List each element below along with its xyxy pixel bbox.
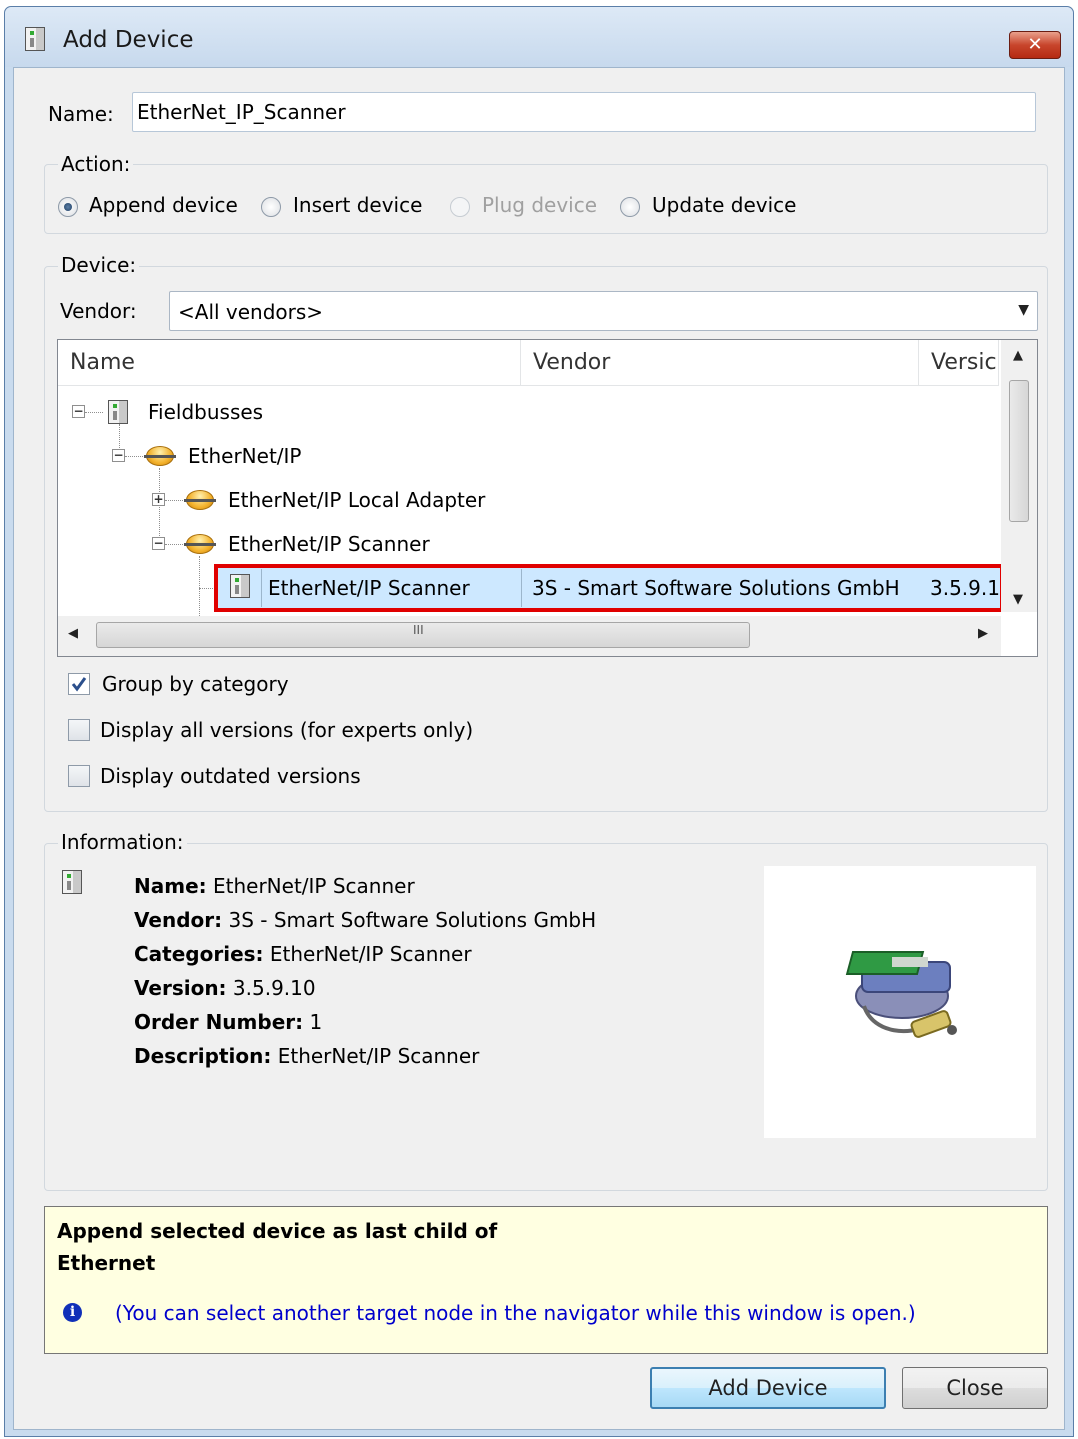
- device-tree-list[interactable]: Name Vendor Versic − Fieldbusses − Ether…: [57, 339, 1038, 657]
- network-icon: [184, 490, 216, 510]
- collapse-icon[interactable]: −: [72, 405, 85, 418]
- append-info-note: Append selected device as last child of …: [44, 1206, 1048, 1354]
- checkmark-icon: [71, 677, 87, 692]
- add-device-dialog: Add Device ✕ Name: EtherNet_IP_Scanner A…: [4, 6, 1074, 1437]
- vendor-dropdown[interactable]: <All vendors> ▼: [169, 291, 1038, 331]
- collapse-icon[interactable]: −: [152, 537, 165, 550]
- name-label: Name:: [48, 102, 114, 126]
- info-icon: i: [63, 1303, 82, 1322]
- tree-line: [165, 544, 183, 545]
- network-icon: [144, 446, 176, 466]
- network-icon: [184, 534, 216, 554]
- device-icon: [25, 27, 45, 51]
- horizontal-scrollbar[interactable]: ◀ III ▶: [58, 616, 1001, 656]
- info-description-row: Description: EtherNet/IP Scanner: [134, 1044, 479, 1068]
- action-group-title: Action:: [58, 152, 134, 176]
- info-value: EtherNet/IP Scanner: [277, 1044, 480, 1068]
- tree-item-scanner-category[interactable]: EtherNet/IP Scanner: [228, 532, 430, 556]
- update-device-label[interactable]: Update device: [652, 193, 796, 217]
- vendor-label: Vendor:: [60, 299, 137, 323]
- tree-item-fieldbusses[interactable]: Fieldbusses: [148, 400, 263, 424]
- tree-line: [165, 500, 183, 501]
- close-button[interactable]: Close: [902, 1367, 1048, 1409]
- tree-item-local-adapter[interactable]: EtherNet/IP Local Adapter: [228, 488, 485, 512]
- insert-device-radio[interactable]: [261, 197, 281, 217]
- note-hint: (You can select another target node in t…: [115, 1301, 916, 1325]
- scroll-left-icon[interactable]: ◀: [68, 626, 78, 641]
- scroll-thumb-horizontal[interactable]: III: [96, 622, 750, 648]
- vertical-scrollbar[interactable]: ▲ ▼: [1001, 340, 1037, 612]
- insert-device-label[interactable]: Insert device: [293, 193, 422, 217]
- tree-line: [85, 412, 103, 413]
- plug-device-label: Plug device: [482, 193, 598, 217]
- info-key: Vendor:: [134, 908, 223, 932]
- tree-line: [159, 468, 160, 546]
- display-all-versions-label[interactable]: Display all versions (for experts only): [100, 718, 473, 742]
- display-outdated-versions-label[interactable]: Display outdated versions: [100, 764, 361, 788]
- dialog-body: Name: EtherNet_IP_Scanner Action: Append…: [13, 67, 1065, 1430]
- network-card-icon: [845, 951, 957, 1038]
- update-device-radio[interactable]: [620, 197, 640, 217]
- column-header-version[interactable]: Versic: [919, 340, 999, 386]
- tree-line: [199, 556, 200, 616]
- column-header-name[interactable]: Name: [58, 340, 521, 386]
- scroll-right-icon[interactable]: ▶: [978, 626, 988, 641]
- group-by-category-checkbox[interactable]: [68, 673, 90, 695]
- name-input[interactable]: EtherNet_IP_Scanner: [132, 92, 1036, 132]
- info-order-number-row: Order Number: 1: [134, 1010, 322, 1034]
- collapse-icon[interactable]: −: [112, 449, 125, 462]
- scroll-up-icon[interactable]: ▲: [1013, 348, 1023, 363]
- close-window-button[interactable]: ✕: [1009, 31, 1061, 59]
- device-image-panel: [764, 866, 1036, 1138]
- info-key: Name:: [134, 874, 207, 898]
- dialog-title: Add Device: [63, 27, 194, 53]
- info-categories-row: Categories: EtherNet/IP Scanner: [134, 942, 472, 966]
- info-key: Order Number:: [134, 1010, 304, 1034]
- add-device-button[interactable]: Add Device: [650, 1367, 886, 1409]
- display-outdated-versions-checkbox[interactable]: [68, 765, 90, 787]
- info-value: 1: [309, 1010, 323, 1034]
- info-vendor-row: Vendor: 3S - Smart Software Solutions Gm…: [134, 908, 596, 932]
- info-name-row: Name: EtherNet/IP Scanner: [134, 874, 415, 898]
- info-key: Description:: [134, 1044, 272, 1068]
- expand-icon[interactable]: +: [152, 493, 165, 506]
- scroll-down-icon[interactable]: ▼: [1013, 592, 1023, 607]
- info-value: EtherNet/IP Scanner: [269, 942, 472, 966]
- information-group-title: Information:: [58, 830, 187, 854]
- note-line-2: Ethernet: [57, 1251, 156, 1275]
- scroll-grip-icon: III: [413, 623, 424, 637]
- tree-item-ethernet-ip[interactable]: EtherNet/IP: [188, 444, 302, 468]
- info-key: Categories:: [134, 942, 264, 966]
- device-icon: [62, 870, 82, 894]
- append-device-label[interactable]: Append device: [89, 193, 238, 217]
- scroll-thumb[interactable]: [1009, 380, 1029, 522]
- info-value: 3.5.9.10: [232, 976, 316, 1000]
- device-icon: [108, 400, 128, 424]
- note-line-1: Append selected device as last child of: [57, 1219, 498, 1243]
- vendor-dropdown-value: <All vendors>: [178, 300, 324, 324]
- plug-device-radio: [450, 197, 470, 217]
- info-value: EtherNet/IP Scanner: [213, 874, 415, 898]
- info-key: Version:: [134, 976, 227, 1000]
- column-header-vendor[interactable]: Vendor: [521, 340, 919, 386]
- device-group-title: Device:: [58, 253, 140, 277]
- append-device-radio[interactable]: [58, 197, 78, 217]
- tree-line: [125, 456, 143, 457]
- info-value: 3S - Smart Software Solutions GmbH: [228, 908, 597, 932]
- group-by-category-label[interactable]: Group by category: [102, 672, 289, 696]
- title-bar[interactable]: Add Device ✕: [5, 7, 1073, 67]
- chevron-down-icon: ▼: [1018, 302, 1029, 318]
- display-all-versions-checkbox[interactable]: [68, 719, 90, 741]
- info-version-row: Version: 3.5.9.10: [134, 976, 316, 1000]
- highlight-box: [214, 564, 1004, 612]
